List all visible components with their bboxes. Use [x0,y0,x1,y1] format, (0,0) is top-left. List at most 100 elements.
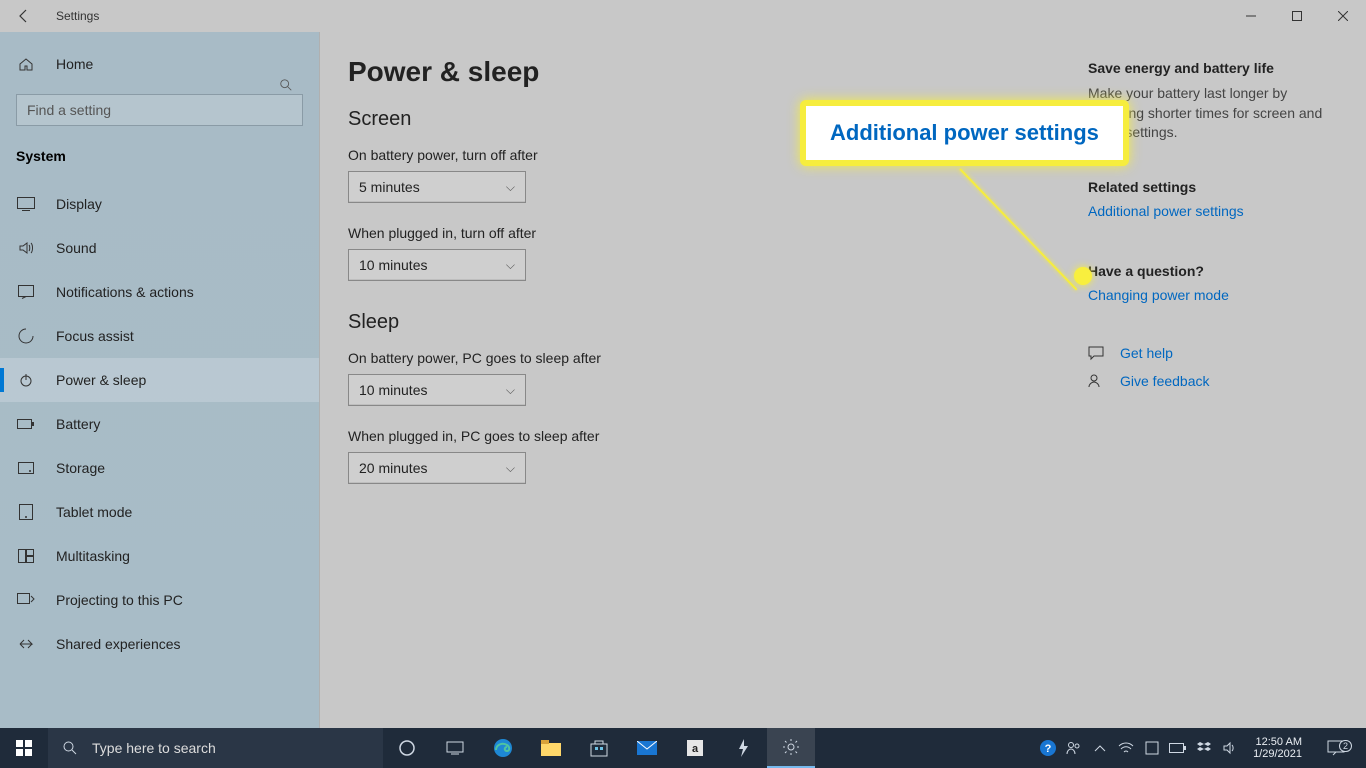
maximize-icon [1292,11,1302,21]
svg-text:a: a [692,743,699,755]
dropdown-value: 5 minutes [359,179,420,195]
taskbar: Type here to search a ? 12:50 AM 1/ [0,728,1366,768]
taskbar-search-placeholder: Type here to search [92,740,216,756]
sleep-heading: Sleep [348,311,1088,334]
minimize-icon [1246,11,1256,21]
back-button[interactable] [0,0,48,32]
home-label: Home [56,56,93,72]
home-nav[interactable]: Home [0,44,319,84]
sidebar-item-projecting[interactable]: Projecting to this PC [0,578,319,622]
clock[interactable]: 12:50 AM 1/29/2021 [1245,736,1310,760]
section-label: System [0,142,319,182]
nav-label: Tablet mode [56,504,132,520]
minimize-button[interactable] [1228,0,1274,32]
nav-label: Focus assist [56,328,134,344]
storage-icon [16,462,36,474]
additional-power-settings-link[interactable]: Additional power settings [1088,203,1338,219]
mail-app-icon[interactable] [623,728,671,768]
notifications-icon [16,285,36,299]
wifi-tray-icon[interactable] [1115,728,1137,768]
sidebar-item-multitasking[interactable]: Multitasking [0,534,319,578]
sidebar-item-display[interactable]: Display [0,182,319,226]
svg-text:?: ? [1045,743,1052,755]
action-center-button[interactable]: 2 [1314,740,1358,756]
tablet-icon [16,504,36,520]
sidebar-item-shared[interactable]: Shared experiences [0,622,319,666]
power-icon [16,372,36,388]
help-tray-icon[interactable]: ? [1037,728,1059,768]
store-app-icon[interactable] [575,728,623,768]
sleep-plugged-dropdown[interactable]: 20 minutes ⌵ [348,452,526,484]
screen-plugged-label: When plugged in, turn off after [348,225,1088,241]
sidebar-item-tablet[interactable]: Tablet mode [0,490,319,534]
annotation-callout: Additional power settings [800,100,1129,166]
dropdown-value: 10 minutes [359,257,427,273]
chevron-down-icon: ⌵ [506,461,515,476]
time: 12:50 AM [1256,736,1302,748]
dropbox-tray-icon[interactable] [1193,728,1215,768]
nav-label: Multitasking [56,548,130,564]
feedback-icon [1088,373,1106,389]
tray-icon[interactable] [1141,728,1163,768]
amazon-app-icon[interactable]: a [671,728,719,768]
sidebar-item-sound[interactable]: Sound [0,226,319,270]
chevron-down-icon: ⌵ [506,383,515,398]
chat-icon [1088,345,1106,361]
settings-app-icon[interactable] [767,728,815,768]
arrow-left-icon [16,8,32,24]
date: 1/29/2021 [1253,748,1302,760]
cortana-icon[interactable] [383,728,431,768]
sleep-battery-dropdown[interactable]: 10 minutes ⌵ [348,374,526,406]
start-button[interactable] [0,728,48,768]
callout-box: Additional power settings [800,100,1129,166]
sleep-battery-label: On battery power, PC goes to sleep after [348,350,1088,366]
get-help-link[interactable]: Get help [1120,345,1173,361]
explorer-app-icon[interactable] [527,728,575,768]
changing-power-mode-link[interactable]: Changing power mode [1088,287,1338,303]
sidebar-item-storage[interactable]: Storage [0,446,319,490]
window-title: Settings [48,9,99,23]
edge-app-icon[interactable] [479,728,527,768]
chevron-up-tray-icon[interactable] [1089,728,1111,768]
task-view-icon[interactable] [431,728,479,768]
sidebar-item-battery[interactable]: Battery [0,402,319,446]
battery-icon [16,418,36,430]
multitasking-icon [16,549,36,563]
battery-tray-icon[interactable] [1167,728,1189,768]
focus-icon [16,328,36,344]
taskbar-search[interactable]: Type here to search [48,728,383,768]
system-tray: ? 12:50 AM 1/29/2021 2 [1037,728,1366,768]
sidebar-item-power-sleep[interactable]: Power & sleep [0,358,319,402]
give-feedback-link[interactable]: Give feedback [1120,373,1210,389]
volume-tray-icon[interactable] [1219,728,1241,768]
nav-label: Battery [56,416,100,432]
page-title: Power & sleep [348,56,1088,88]
screen-plugged-dropdown[interactable]: 10 minutes ⌵ [348,249,526,281]
sidebar-item-focus[interactable]: Focus assist [0,314,319,358]
screen-battery-dropdown[interactable]: 5 minutes ⌵ [348,171,526,203]
nav-label: Projecting to this PC [56,592,183,608]
nav-label: Storage [56,460,105,476]
chevron-down-icon: ⌵ [506,258,515,273]
dropdown-value: 10 minutes [359,382,427,398]
search-icon [62,740,78,756]
maximize-button[interactable] [1274,0,1320,32]
related-heading: Related settings [1088,179,1338,195]
question-heading: Have a question? [1088,263,1338,279]
nav-label: Power & sleep [56,372,146,388]
nav-label: Sound [56,240,96,256]
windows-icon [16,740,32,756]
notification-badge: 2 [1339,740,1352,752]
people-tray-icon[interactable] [1063,728,1085,768]
search-input[interactable] [16,94,303,126]
sidebar: Home System Display Sound Notifications … [0,32,320,728]
shared-icon [16,637,36,651]
close-icon [1338,11,1348,21]
callout-dot [1074,267,1092,285]
sidebar-item-notifications[interactable]: Notifications & actions [0,270,319,314]
nav-label: Shared experiences [56,636,181,652]
sound-icon [16,240,36,256]
projecting-icon [16,593,36,607]
close-button[interactable] [1320,0,1366,32]
app-icon[interactable] [719,728,767,768]
